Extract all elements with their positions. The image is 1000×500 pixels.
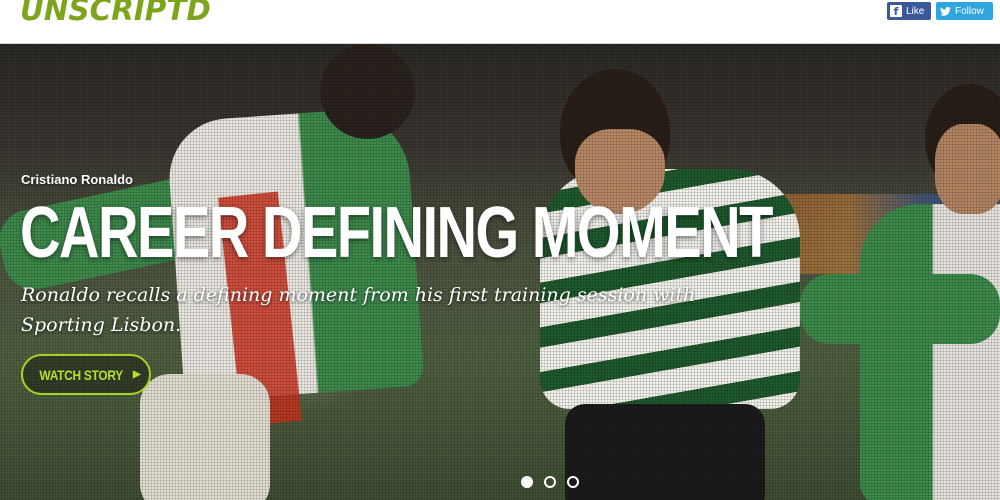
hero-overlay: Cristiano Ronaldo CAREER DEFINING MOMENT…	[0, 44, 1000, 500]
carousel-dot-1[interactable]	[521, 476, 533, 488]
hero-subtitle: Cristiano Ronaldo	[21, 172, 133, 187]
logo-text: UNSCRIPTD	[20, 0, 211, 28]
twitter-follow-label: Follow	[955, 5, 984, 17]
twitter-follow-button[interactable]: Follow	[936, 2, 993, 20]
facebook-like-button[interactable]: f Like	[887, 2, 931, 20]
facebook-like-label: Like	[906, 5, 925, 17]
watch-story-label: WATCH STORY	[39, 366, 123, 383]
watch-story-button[interactable]: WATCH STORY ▶	[21, 354, 151, 395]
play-arrow-icon: ▶	[132, 369, 141, 380]
carousel-dot-2[interactable]	[544, 476, 556, 488]
twitter-bird-icon	[939, 6, 951, 16]
twitter-icon	[939, 5, 951, 17]
site-header: UNSCRIPTD f Like Follow	[0, 0, 1000, 44]
facebook-icon: f	[890, 5, 902, 18]
social-buttons: f Like Follow	[887, 2, 993, 20]
hero-banner[interactable]: Cristiano Ronaldo CAREER DEFINING MOMENT…	[0, 44, 1000, 500]
carousel-dot-3[interactable]	[567, 476, 579, 488]
hero-headline: CAREER DEFINING MOMENT	[20, 193, 773, 273]
logo[interactable]: UNSCRIPTD	[20, 0, 215, 31]
hero-description: Ronaldo recalls a defining moment from h…	[21, 284, 696, 336]
carousel-dots	[521, 476, 579, 488]
